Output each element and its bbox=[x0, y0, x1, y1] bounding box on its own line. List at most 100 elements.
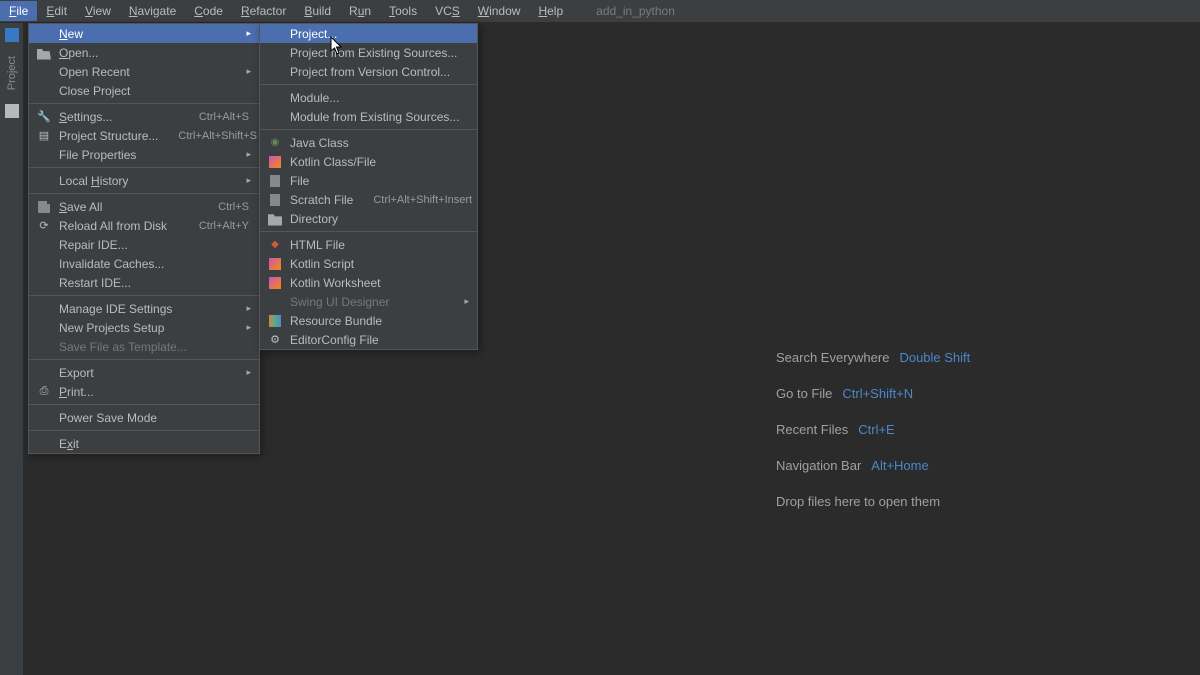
new-menu-item-kotlin-class-file[interactable]: Kotlin Class/File bbox=[260, 152, 477, 171]
file-icon bbox=[268, 174, 282, 188]
gear-icon: ⚙ bbox=[268, 333, 282, 347]
new-menu-item-scratch-file[interactable]: Scratch FileCtrl+Alt+Shift+Insert bbox=[260, 190, 477, 209]
chevron-right-icon: ▸ bbox=[246, 175, 251, 186]
menu-item-label: Manage IDE Settings bbox=[59, 302, 249, 316]
shortcut: Ctrl+S bbox=[198, 201, 249, 213]
new-menu-item-swing-ui-designer: Swing UI Designer▸ bbox=[260, 292, 477, 311]
menu-vcs[interactable]: VCS bbox=[426, 1, 469, 21]
new-menu-item-module-from-existing-sources[interactable]: Module from Existing Sources... bbox=[260, 107, 477, 126]
kotlin-icon bbox=[268, 257, 282, 271]
welcome-text: Drop files here to open them bbox=[776, 484, 940, 520]
file-menu-item-print[interactable]: ⎙ Print... bbox=[29, 382, 259, 401]
menu-item-label: Resource Bundle bbox=[290, 314, 467, 328]
menu-item-label: Project Structure... bbox=[59, 129, 158, 143]
file-menu-item-save-all[interactable]: Save AllCtrl+S bbox=[29, 197, 259, 216]
file-menu-item-project-structure[interactable]: ▤Project Structure...Ctrl+Alt+Shift+S bbox=[29, 126, 259, 145]
menu-item-label: Kotlin Script bbox=[290, 257, 467, 271]
separator bbox=[260, 129, 477, 130]
menu-item-label: New Projects Setup bbox=[59, 321, 249, 335]
new-menu-item-module[interactable]: Module... bbox=[260, 88, 477, 107]
new-menu-item-project-from-existing-sources[interactable]: Project from Existing Sources... bbox=[260, 43, 477, 62]
menu-tools[interactable]: Tools bbox=[380, 1, 426, 21]
new-menu-item-directory[interactable]: Directory bbox=[260, 209, 477, 228]
menu-help[interactable]: Help bbox=[529, 1, 572, 21]
chevron-right-icon: ▸ bbox=[464, 296, 469, 307]
file-menu-item-repair-ide[interactable]: Repair IDE... bbox=[29, 235, 259, 254]
kotlin-icon bbox=[268, 276, 282, 290]
welcome-shortcut: Double Shift bbox=[899, 340, 970, 376]
menu-item-label: Invalidate Caches... bbox=[59, 257, 249, 271]
file-menu-item-open[interactable]: Open... bbox=[29, 43, 259, 62]
new-menu-item-file[interactable]: File bbox=[260, 171, 477, 190]
project-tool-icon[interactable] bbox=[5, 28, 19, 42]
menu-window[interactable]: Window bbox=[469, 1, 530, 21]
menu-run[interactable]: Run bbox=[340, 1, 380, 21]
menu-navigate[interactable]: Navigate bbox=[120, 1, 185, 21]
menu-item-label: Open Recent bbox=[59, 65, 249, 79]
menubar: FileEditViewNavigateCodeRefactorBuildRun… bbox=[0, 0, 1200, 23]
chevron-right-icon: ▸ bbox=[246, 149, 251, 160]
menu-item-label: Power Save Mode bbox=[59, 411, 249, 425]
menu-item-label: Print... bbox=[59, 385, 249, 399]
welcome-text: Go to File bbox=[776, 376, 832, 412]
new-menu-item-project-from-version-control[interactable]: Project from Version Control... bbox=[260, 62, 477, 81]
menu-view[interactable]: View bbox=[76, 1, 120, 21]
menu-item-label: New bbox=[59, 27, 249, 41]
file-menu-item-file-properties[interactable]: File Properties▸ bbox=[29, 145, 259, 164]
new-menu-item-project[interactable]: Project... bbox=[260, 24, 477, 43]
html-icon: ◆ bbox=[268, 238, 282, 252]
separator bbox=[29, 295, 259, 296]
separator bbox=[29, 359, 259, 360]
welcome-row: Go to FileCtrl+Shift+N bbox=[776, 376, 970, 412]
file-menu-item-new-projects-setup[interactable]: New Projects Setup▸ bbox=[29, 318, 259, 337]
shortcut: Ctrl+Alt+Y bbox=[179, 220, 249, 232]
menu-item-label: File bbox=[290, 174, 467, 188]
new-menu-item-editorconfig-file[interactable]: ⚙EditorConfig File bbox=[260, 330, 477, 349]
file-menu-item-power-save-mode[interactable]: Power Save Mode bbox=[29, 408, 259, 427]
kotlin-icon bbox=[268, 155, 282, 169]
separator bbox=[29, 404, 259, 405]
folder-icon[interactable] bbox=[5, 104, 19, 118]
file-menu-item-restart-ide[interactable]: Restart IDE... bbox=[29, 273, 259, 292]
menu-item-label: Save All bbox=[59, 200, 198, 214]
file-menu-item-local-history[interactable]: Local History▸ bbox=[29, 171, 259, 190]
file-menu-item-close-project[interactable]: Close Project bbox=[29, 81, 259, 100]
project-name: add_in_python bbox=[596, 4, 675, 18]
welcome-shortcut: Alt+Home bbox=[871, 448, 928, 484]
disk-icon bbox=[37, 200, 51, 214]
file-menu-item-exit[interactable]: Exit bbox=[29, 434, 259, 453]
file-menu-item-invalidate-caches[interactable]: Invalidate Caches... bbox=[29, 254, 259, 273]
separator bbox=[29, 430, 259, 431]
file-icon bbox=[268, 193, 282, 207]
menu-build[interactable]: Build bbox=[295, 1, 340, 21]
menu-file[interactable]: File bbox=[0, 1, 37, 21]
menu-item-label: Export bbox=[59, 366, 249, 380]
new-menu-item-kotlin-worksheet[interactable]: Kotlin Worksheet bbox=[260, 273, 477, 292]
file-menu-item-manage-ide-settings[interactable]: Manage IDE Settings▸ bbox=[29, 299, 259, 318]
welcome-row: Drop files here to open them bbox=[776, 484, 970, 520]
menu-refactor[interactable]: Refactor bbox=[232, 1, 295, 21]
chevron-right-icon: ▸ bbox=[246, 367, 251, 378]
menu-item-label: Swing UI Designer bbox=[290, 295, 467, 309]
file-menu-item-open-recent[interactable]: Open Recent▸ bbox=[29, 62, 259, 81]
separator bbox=[29, 167, 259, 168]
file-menu-item-settings[interactable]: 🔧Settings...Ctrl+Alt+S bbox=[29, 107, 259, 126]
file-menu-item-save-file-as-template: Save File as Template... bbox=[29, 337, 259, 356]
welcome-row: Search EverywhereDouble Shift bbox=[776, 340, 970, 376]
print-icon: ⎙ bbox=[37, 385, 51, 399]
welcome-row: Navigation Bar Alt+Home bbox=[776, 448, 970, 484]
menu-item-label: Java Class bbox=[290, 136, 467, 150]
file-menu-item-new[interactable]: New▸ bbox=[29, 24, 259, 43]
project-tool-label[interactable]: Project bbox=[6, 56, 18, 90]
menu-edit[interactable]: Edit bbox=[37, 1, 76, 21]
file-menu-item-export[interactable]: Export▸ bbox=[29, 363, 259, 382]
welcome-text: Navigation Bar bbox=[776, 448, 861, 484]
new-menu-item-java-class[interactable]: ◉Java Class bbox=[260, 133, 477, 152]
chevron-right-icon: ▸ bbox=[246, 322, 251, 333]
new-menu-item-kotlin-script[interactable]: Kotlin Script bbox=[260, 254, 477, 273]
new-menu-item-resource-bundle[interactable]: Resource Bundle bbox=[260, 311, 477, 330]
menu-code[interactable]: Code bbox=[185, 1, 232, 21]
new-menu-item-html-file[interactable]: ◆HTML File bbox=[260, 235, 477, 254]
file-menu-item-reload-all-from-disk[interactable]: ⟳Reload All from DiskCtrl+Alt+Y bbox=[29, 216, 259, 235]
chevron-right-icon: ▸ bbox=[246, 303, 251, 314]
